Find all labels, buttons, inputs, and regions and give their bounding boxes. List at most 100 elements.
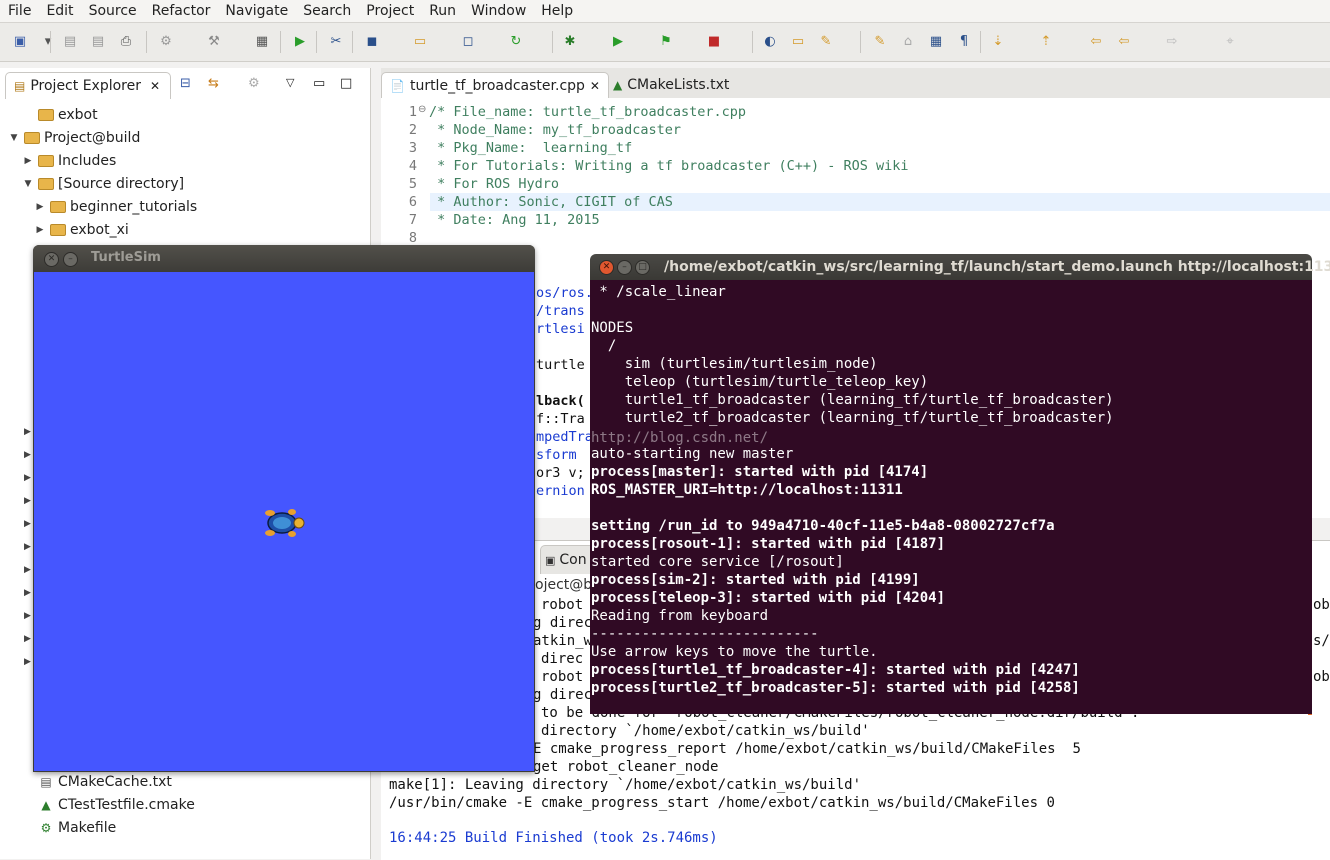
turtle-icon [262,506,306,540]
prev-annotation-icon[interactable]: ⇡ [1036,31,1056,51]
tree-item-label: Includes [58,153,117,169]
twisty-icon[interactable]: ▶ [34,225,46,235]
twisty-icon[interactable]: ▶ [24,450,31,460]
build-finished-text: 16:44:25 Build Finished (took 2s.746ms) [389,830,718,846]
stop-icon[interactable]: ■ [704,31,724,51]
close-icon[interactable]: ✕ [150,79,160,93]
tree-item[interactable]: ▶ exbot_xi [34,219,129,241]
new-class-icon[interactable]: ◼ [362,31,382,51]
minimize-icon[interactable]: ▭ [313,76,325,91]
hammer-icon[interactable]: ⚒ [204,31,224,51]
debug-icon[interactable]: ✂ [326,31,346,51]
tree-item[interactable]: ▶ Includes [22,150,117,172]
twisty-icon[interactable]: ▶ [24,519,31,529]
pin-icon[interactable]: ⌖ [1220,31,1240,51]
toolbar-separator [980,31,981,53]
twisty-icon[interactable]: ▶ [24,611,31,621]
minimize-icon[interactable]: – [617,260,632,275]
highlight-icon[interactable]: ✎ [870,31,890,51]
tree-item[interactable]: ⚙ Makefile [34,817,117,839]
maximize-icon[interactable]: □ [635,260,650,275]
menu-window[interactable]: Window [463,0,533,22]
para-icon[interactable]: ¶ [954,31,974,51]
last-edit-icon[interactable]: ⇦ [1086,31,1106,51]
twisty-icon[interactable]: ▶ [24,473,31,483]
external-tools-icon[interactable]: ⚑ [656,31,676,51]
menu-source[interactable]: Source [81,0,144,22]
next-annotation-icon[interactable]: ⇣ [988,31,1008,51]
menu-bar: File Edit Source Refactor Navigate Search Proj… [0,0,1330,23]
menu-refactor[interactable]: Refactor [144,0,218,22]
back-icon[interactable]: ⇦ [1114,31,1134,51]
bug-icon[interactable]: ✱ [560,31,580,51]
terminal-scrollbar[interactable] [1308,280,1312,714]
refresh-icon[interactable]: ↻ [506,31,526,51]
menu-navigate[interactable]: Navigate [217,0,295,22]
close-icon[interactable]: ✕ [44,252,59,267]
collapse-all-icon[interactable]: ⊟ [180,76,191,91]
forward-icon[interactable]: ⇨ [1162,31,1182,51]
dropdown-icon[interactable]: ▾ [38,31,58,51]
tab-turtle-tf-broadcaster[interactable]: 📄 turtle_tf_broadcaster.cpp ✕ [381,72,609,99]
menu-project[interactable]: Project [358,0,421,22]
terminal-line: teleop (turtlesim/turtle_teleop_key) [591,374,929,390]
minimize-icon[interactable]: – [63,252,78,267]
tree-item[interactable]: exbot [22,104,98,126]
tree-item[interactable]: ▶ beginner_tutorials [34,196,198,218]
view-menu-icon[interactable]: ▽ [286,76,294,89]
menu-run[interactable]: Run [421,0,463,22]
code-partial: os/ros. [536,285,593,301]
filter-icon[interactable]: ⚙ [248,76,260,91]
print-icon[interactable]: ⎙ [116,31,136,51]
new-folder-icon[interactable]: ▭ [410,31,430,51]
terminal-titlebar[interactable]: ✕ – □ /home/exbot/catkin_ws/src/learning… [590,254,1330,280]
menu-file[interactable]: File [0,0,38,22]
new-icon[interactable]: ▣ [10,31,30,51]
terminal-line: turtle1_tf_broadcaster (learning_tf/turt… [591,392,1114,408]
twisty-icon[interactable]: ▶ [22,156,34,166]
twisty-icon[interactable]: ▶ [24,657,31,667]
code-text: * For Tutorials: Writing a tf broadcaste… [429,158,909,174]
code-line: 2 * Node_Name: my_tf_broadcaster [381,121,1330,139]
maximize-icon[interactable]: □ [340,76,352,91]
twisty-icon[interactable]: ▶ [24,496,31,506]
tree-item[interactable]: ▤ CMakeCache.txt [34,771,172,793]
binary-icon[interactable]: ▦ [252,31,272,51]
tab-cmakelists[interactable]: ▲ CMakeLists.txt [605,72,737,98]
open-folder-icon[interactable]: ▭ [788,31,808,51]
code-text: * Author: Sonic, CIGIT of CAS [429,194,673,210]
tree-item[interactable]: ▲ CTestTestfile.cmake [34,794,194,816]
toggle-icon[interactable]: ⌂ [898,31,918,51]
menu-edit[interactable]: Edit [38,0,80,22]
twisty-icon[interactable]: ▶ [24,427,31,437]
twisty-icon[interactable]: ▶ [34,202,46,212]
twisty-icon[interactable]: ▶ [24,565,31,575]
twisty-icon[interactable]: ▶ [24,588,31,598]
menu-search[interactable]: Search [295,0,358,22]
mark-icon[interactable]: ▦ [926,31,946,51]
close-icon[interactable]: ✕ [599,260,614,275]
twisty-icon[interactable]: ▼ [8,133,20,143]
terminal-line: sim (turtlesim/turtlesim_node) [591,356,878,372]
save-icon[interactable]: ▤ [60,31,80,51]
twisty-icon[interactable]: ▼ [22,179,34,189]
new-file-icon[interactable]: ◻ [458,31,478,51]
save-all-icon[interactable]: ▤ [88,31,108,51]
open-type-icon[interactable]: ◐ [760,31,780,51]
close-icon[interactable]: ✕ [590,79,600,93]
fold-icon[interactable]: ⊖ [418,104,426,115]
build-icon[interactable]: ⚙ [156,31,176,51]
tab-project-explorer[interactable]: ▤ Project Explorer ✕ [5,72,172,99]
tree-item[interactable]: ▼ [Source directory] [22,173,185,195]
run-icon[interactable]: ▶ [290,31,310,51]
turtlesim-titlebar[interactable]: ✕ – TurtleSim [33,245,535,272]
twisty-icon[interactable]: ▶ [24,542,31,552]
search-icon[interactable]: ✎ [816,31,836,51]
run-icon[interactable]: ▶ [608,31,628,51]
menu-help[interactable]: Help [533,0,580,22]
link-editor-icon[interactable]: ⇆ [208,76,219,91]
console-partial: g direc [533,687,593,703]
code-partial: /trans [536,303,585,319]
tree-item[interactable]: ▼ Project@build [8,127,141,149]
twisty-icon[interactable]: ▶ [24,634,31,644]
